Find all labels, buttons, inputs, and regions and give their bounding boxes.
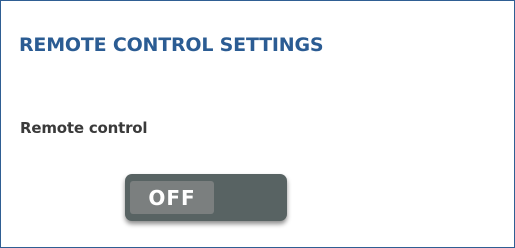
toggle-knob: OFF — [130, 181, 214, 214]
remote-control-toggle[interactable]: OFF — [125, 174, 287, 221]
remote-control-label: Remote control — [20, 119, 148, 137]
toggle-state-label: OFF — [148, 185, 196, 210]
panel-title: REMOTE CONTROL SETTINGS — [19, 34, 324, 56]
remote-control-settings-panel: REMOTE CONTROL SETTINGS Remote control O… — [0, 0, 515, 248]
